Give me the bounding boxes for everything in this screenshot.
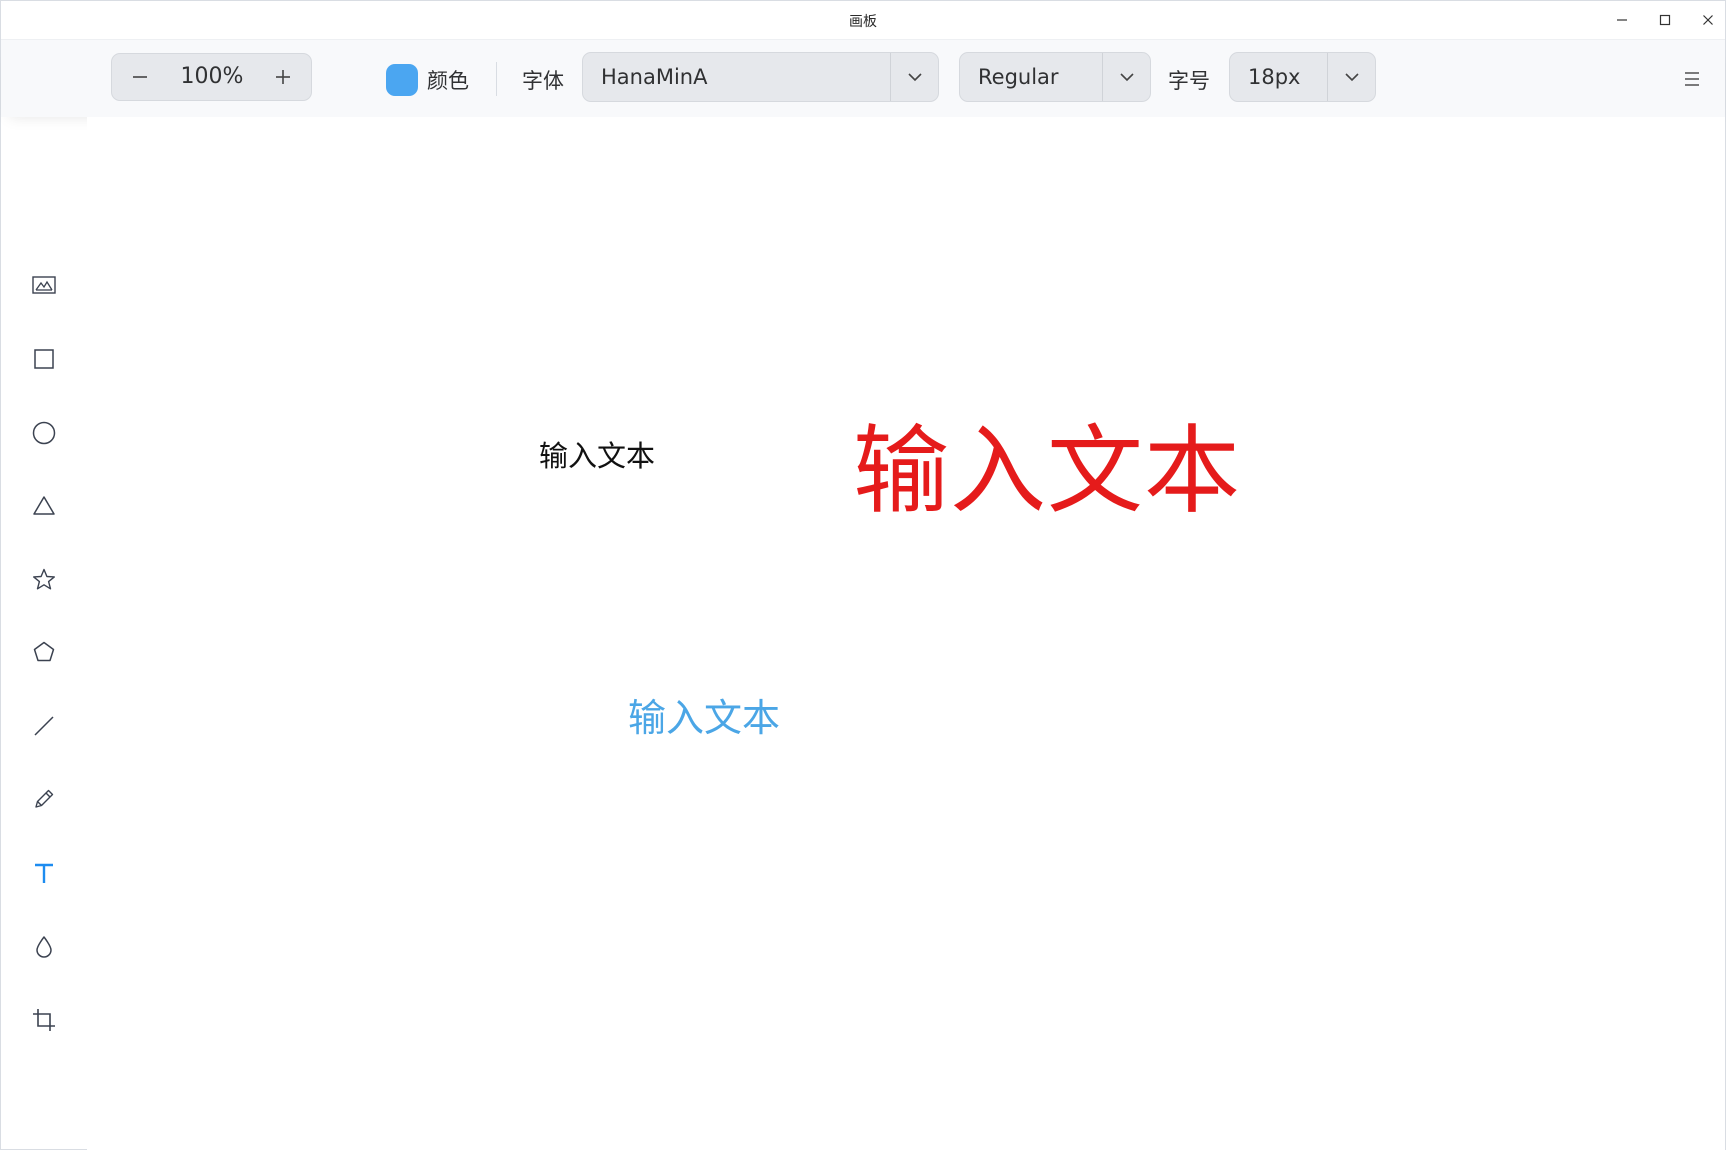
minus-icon [133,76,147,78]
font-weight-value: Regular [978,65,1059,89]
canvas-text-item[interactable]: 输入文本 [628,687,780,742]
font-weight-dropdown-button[interactable] [1102,53,1150,101]
triangle-icon [33,496,55,515]
font-size-label: 字号 [1168,69,1210,93]
maximize-icon [1659,14,1671,26]
tool-star[interactable] [23,559,65,601]
close-icon [1703,15,1713,25]
hamburger-menu-icon [1685,72,1699,86]
zoom-out-button[interactable] [114,54,166,100]
chevron-down-icon [907,73,922,82]
font-size-dropdown-button[interactable] [1327,53,1375,101]
text-icon [35,863,53,883]
window-title: 画板 [849,14,877,30]
font-size-select[interactable]: 18px [1229,52,1376,102]
tool-line[interactable] [23,705,65,747]
chevron-down-icon [1119,73,1134,82]
zoom-value[interactable]: 100% [166,54,258,100]
chevron-down-icon [1344,73,1359,82]
star-icon [33,568,55,590]
tool-rectangle[interactable] [23,338,65,380]
blur-drop-icon [36,936,52,958]
tool-sidebar [1,117,87,1150]
font-family-dropdown-button[interactable] [890,53,938,101]
tool-polygon[interactable] [23,631,65,673]
close-button[interactable] [1695,9,1721,31]
crop-icon [33,1009,55,1031]
pencil-icon [35,789,54,808]
rectangle-icon [34,349,54,369]
tool-crop[interactable] [23,999,65,1041]
toolbar-divider [496,62,497,96]
font-family-value: HanaMinA [601,65,708,89]
maximize-button[interactable] [1652,9,1678,31]
line-icon [34,716,54,736]
app-window: 画板 100% 颜色 字体 HanaMinA Regular 字号 18px 输… [0,0,1726,1150]
zoom-in-button[interactable] [257,54,309,100]
font-weight-select[interactable]: Regular [959,52,1151,102]
font-family-select[interactable]: HanaMinA [582,52,939,102]
toolbar: 100% 颜色 字体 HanaMinA Regular 字号 18px [1,39,1725,117]
ellipse-icon [32,421,56,445]
plus-icon [276,70,290,84]
tool-ellipse[interactable] [23,412,65,454]
title-bar: 画板 [1,1,1725,39]
font-label: 字体 [522,69,564,93]
main-menu-button[interactable] [1677,64,1707,94]
pentagon-icon [33,641,55,662]
tool-text[interactable] [23,852,65,894]
font-size-value: 18px [1248,65,1301,89]
minimize-icon [1617,19,1627,21]
image-icon [32,276,56,294]
tool-blur[interactable] [23,926,65,968]
color-swatch[interactable] [386,64,418,96]
tool-triangle[interactable] [23,485,65,527]
tool-pencil[interactable] [23,778,65,820]
drawing-canvas[interactable]: 输入文本 输入文本 输入文本 [87,117,1725,1150]
minimize-button[interactable] [1609,9,1635,31]
canvas-text-item[interactable]: 输入文本 [853,393,1241,532]
tool-image[interactable] [23,264,65,306]
zoom-control: 100% [111,53,312,101]
canvas-text-item[interactable]: 输入文本 [539,433,655,475]
color-label[interactable]: 颜色 [427,65,469,95]
